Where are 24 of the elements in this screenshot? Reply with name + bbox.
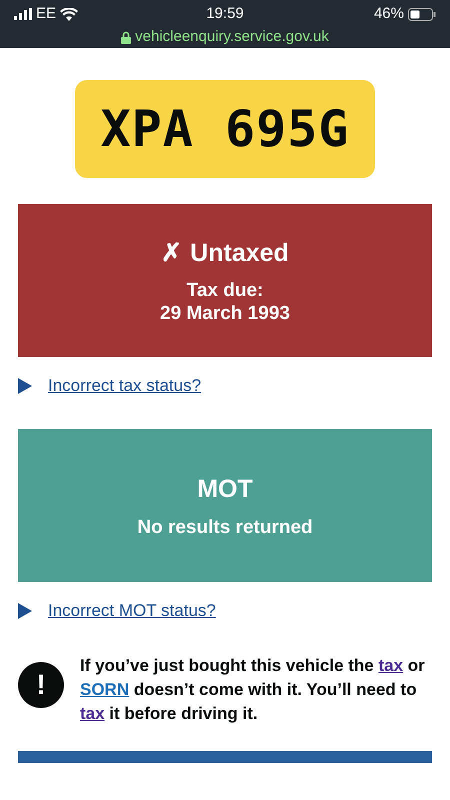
warning-text: If you’ve just bought this vehicle the tax or SORN doesn’t come with it. You’ll need to tax it before driving it. bbox=[80, 655, 426, 725]
battery-percent: 46% bbox=[374, 4, 404, 24]
inline-link[interactable]: tax bbox=[378, 656, 404, 675]
details-link[interactable]: Incorrect tax status? bbox=[48, 373, 202, 399]
triangle-icon bbox=[18, 603, 32, 619]
url-text[interactable]: vehicleenquiry.service.gov.uk bbox=[135, 26, 329, 48]
number-plate: XPA 695G bbox=[75, 80, 375, 178]
warning-icon: ! bbox=[18, 662, 64, 708]
clock-time: 19:59 bbox=[205, 4, 245, 24]
wifi-icon bbox=[60, 8, 78, 20]
inline-link[interactable]: tax bbox=[80, 704, 105, 723]
inline-link[interactable]: SORN bbox=[80, 680, 130, 699]
triangle-icon bbox=[18, 378, 32, 394]
cross-icon: ✗ bbox=[161, 234, 182, 272]
status-text: No results returned bbox=[136, 516, 314, 540]
signal-icon bbox=[14, 8, 32, 20]
lock-icon bbox=[121, 30, 132, 44]
status-title: Untaxed bbox=[190, 238, 289, 269]
details-link[interactable]: Incorrect MOT status? bbox=[48, 598, 216, 624]
tax-due-label: Tax due: bbox=[186, 280, 264, 304]
tax-due-date: 29 March 1993 bbox=[159, 303, 291, 326]
carrier-name: EE bbox=[36, 4, 56, 24]
status-title: MOT bbox=[197, 474, 253, 506]
battery-icon bbox=[408, 8, 436, 20]
